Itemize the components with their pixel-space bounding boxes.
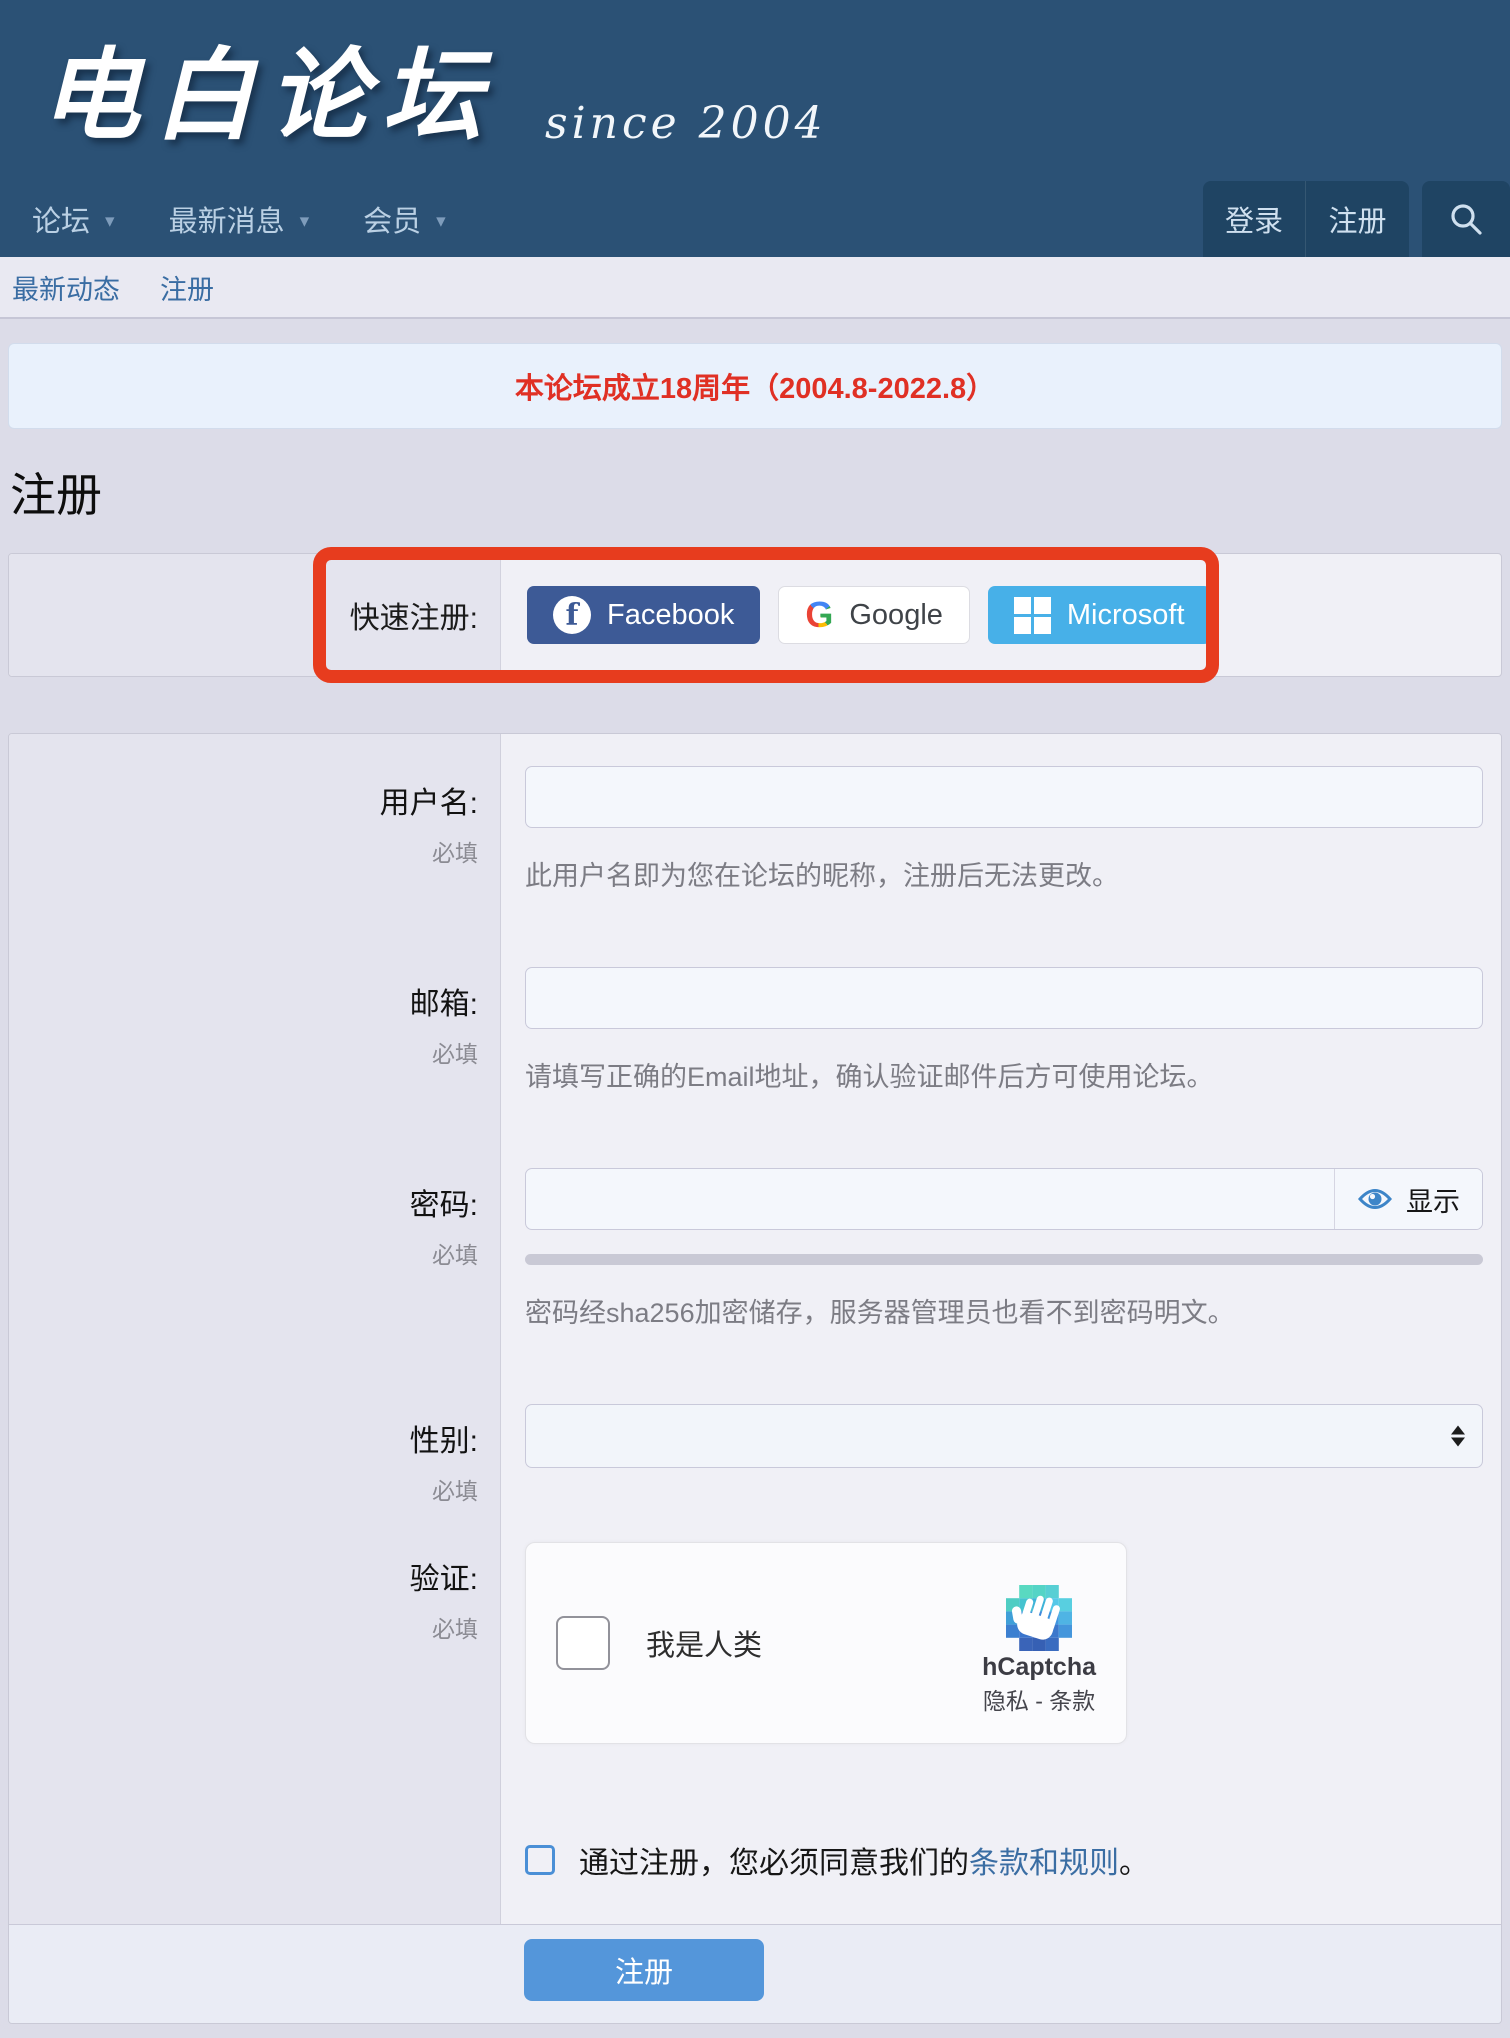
nav-item-members[interactable]: 会员 ▾ [363,198,446,240]
username-hint: 此用户名即为您在论坛的昵称，注册后无法更改。 [525,854,1483,893]
nav-item-label: 最新消息 [169,198,285,240]
required-badge: 必填 [432,1035,478,1069]
password-input[interactable] [526,1169,1334,1229]
terms-text-before: 通过注册，您必须同意我们的 [579,1847,969,1880]
microsoft-icon [1014,597,1051,634]
password-input-cell: 显示 密码经sha256加密储存，服务器管理员也看不到密码明文。 [501,1136,1501,1372]
quick-register-label: 快速注册: [350,593,478,637]
logo-tagline: since 2004 [545,98,827,149]
hcaptcha-brand: hCaptcha 隐私 - 条款 [982,1585,1096,1716]
email-row: 邮箱: 必填 请填写正确的Email地址，确认验证邮件后方可使用论坛。 [9,935,1501,1136]
show-password-button[interactable]: 显示 [1334,1169,1482,1229]
username-input[interactable] [525,766,1483,828]
password-input-group: 显示 [525,1168,1483,1230]
required-badge: 必填 [432,834,478,868]
nav-item-forums[interactable]: 论坛 ▾ [32,198,115,240]
provider-label: Microsoft [1067,599,1185,632]
captcha-cell: 我是人类 [501,1510,1501,1786]
google-register-button[interactable]: G Google [778,586,970,644]
email-input-cell: 请填写正确的Email地址，确认验证邮件后方可使用论坛。 [501,935,1501,1136]
register-nav-button[interactable]: 注册 [1305,181,1409,257]
site-logo: 电白论坛 [40,14,496,159]
terms-rules-link[interactable]: 条款和规则 [969,1847,1119,1880]
password-label-cell: 密码: 必填 [9,1136,501,1372]
captcha-label-cell: 验证: 必填 [9,1510,501,1786]
password-hint: 密码经sha256加密储存，服务器管理员也看不到密码明文。 [525,1291,1483,1330]
password-strength-meter [525,1254,1483,1265]
search-button[interactable] [1422,181,1510,257]
captcha-label: 验证: [410,1554,478,1598]
page-title: 注册 [10,459,1510,525]
site-header: 电白论坛 since 2004 论坛 ▾ 最新消息 ▾ 会员 ▾ 登录 注册 [0,0,1510,257]
breadcrumb-register[interactable]: 注册 [160,268,214,307]
search-icon [1449,202,1483,236]
hcaptcha-logo-icon [1006,1585,1072,1651]
login-button[interactable]: 登录 [1203,181,1305,257]
terms-checkbox[interactable] [525,1845,555,1875]
terms-text: 通过注册，您必须同意我们的条款和规则。 [579,1838,1149,1882]
terms-text-after: 。 [1119,1847,1149,1880]
nav-item-whats-new[interactable]: 最新消息 ▾ [169,198,310,240]
breadcrumb: 最新动态 注册 [0,257,1510,319]
provider-label: Facebook [607,599,734,632]
username-label-cell: 用户名: 必填 [9,734,501,935]
submit-bar: 注册 [9,1924,1501,2023]
required-badge: 必填 [432,1236,478,1270]
password-label: 密码: [410,1180,478,1224]
username-row: 用户名: 必填 此用户名即为您在论坛的昵称，注册后无法更改。 [9,734,1501,935]
show-password-label: 显示 [1406,1180,1460,1219]
nav-item-label: 会员 [363,198,421,240]
hcaptcha-privacy-terms-links[interactable]: 隐私 - 条款 [983,1682,1095,1716]
quick-register-buttons: f Facebook G Google Microsoft [501,554,1211,676]
nav-left: 论坛 ▾ 最新消息 ▾ 会员 ▾ [0,181,1203,257]
hcaptcha-checkbox-label: 我是人类 [646,1622,982,1664]
gender-select[interactable] [525,1404,1483,1468]
captcha-row: 验证: 必填 我是人类 [9,1510,1501,1786]
terms-label-cell [9,1786,501,1924]
gender-row: 性别: 必填 [9,1372,1501,1510]
registration-form: 用户名: 必填 此用户名即为您在论坛的昵称，注册后无法更改。 邮箱: 必填 请填… [8,733,1502,2024]
register-submit-button[interactable]: 注册 [524,1939,764,2001]
eye-icon [1357,1186,1393,1212]
gender-label: 性别: [410,1416,478,1460]
username-input-cell: 此用户名即为您在论坛的昵称，注册后无法更改。 [501,734,1501,935]
hcaptcha-brand-name: hCaptcha [982,1653,1096,1682]
nav-right: 登录 注册 [1203,181,1510,257]
email-label-cell: 邮箱: 必填 [9,935,501,1136]
facebook-register-button[interactable]: f Facebook [527,586,760,644]
email-field[interactable] [525,967,1483,1029]
email-hint: 请填写正确的Email地址，确认验证邮件后方可使用论坛。 [525,1055,1483,1094]
email-label: 邮箱: [410,979,478,1023]
page-bottom-spacer [0,2024,1510,2038]
hcaptcha-widget: 我是人类 [525,1542,1127,1744]
password-row: 密码: 必填 显示 密码经sha256加密储存，服务器管理员也看不到密码明文。 [9,1136,1501,1372]
provider-label: Google [849,599,943,632]
gender-label-cell: 性别: 必填 [9,1372,501,1510]
microsoft-register-button[interactable]: Microsoft [988,586,1211,644]
facebook-icon: f [553,596,591,634]
breadcrumb-whats-new[interactable]: 最新动态 [12,268,120,307]
chevron-down-icon: ▾ [105,208,115,231]
google-icon: G [805,597,833,633]
quick-register-label-cell: 快速注册: [9,554,501,676]
terms-cell: 通过注册，您必须同意我们的条款和规则。 [501,1786,1501,1924]
chevron-down-icon: ▾ [436,208,446,231]
main-nav: 论坛 ▾ 最新消息 ▾ 会员 ▾ 登录 注册 [0,181,1510,257]
gender-input-cell [501,1372,1501,1510]
required-badge: 必填 [432,1610,478,1644]
required-badge: 必填 [432,1472,478,1506]
notice-text: 本论坛成立18周年（2004.8-2022.8） [515,365,995,407]
terms-row: 通过注册，您必须同意我们的条款和规则。 [9,1786,1501,1924]
nav-item-label: 论坛 [32,198,90,240]
quick-register-section: 快速注册: f Facebook G Google Microsoft [8,553,1502,677]
hcaptcha-checkbox[interactable] [556,1616,610,1670]
username-label: 用户名: [380,778,478,822]
anniversary-notice: 本论坛成立18周年（2004.8-2022.8） [8,343,1502,429]
chevron-down-icon: ▾ [300,208,310,231]
